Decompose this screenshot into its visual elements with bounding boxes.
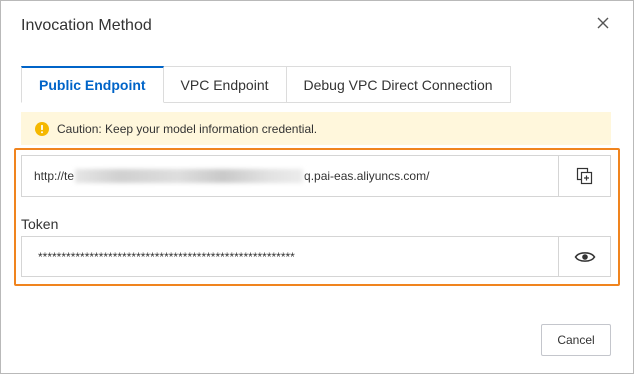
caution-banner: Caution: Keep your model information cre…: [21, 112, 611, 145]
caution-text: Caution: Keep your model information cre…: [57, 121, 318, 136]
warning-icon: [35, 121, 49, 136]
invocation-method-dialog: Invocation Method Public Endpoint VPC En…: [0, 0, 634, 374]
copy-url-button[interactable]: [558, 156, 610, 196]
cancel-button[interactable]: Cancel: [541, 324, 611, 356]
token-label: Token: [21, 216, 59, 232]
copy-icon: [576, 167, 592, 185]
endpoint-tabs: Public Endpoint VPC Endpoint Debug VPC D…: [21, 66, 511, 103]
endpoint-url-prefix: http://te: [34, 169, 75, 183]
close-button[interactable]: [591, 11, 615, 35]
endpoint-url-text[interactable]: http://te q.pai-eas.aliyuncs.com/: [22, 156, 558, 196]
dialog-title: Invocation Method: [21, 17, 152, 34]
token-masked-value[interactable]: ****************************************…: [22, 237, 558, 276]
redacted-url-segment: [75, 169, 304, 183]
endpoint-url-suffix: q.pai-eas.aliyuncs.com/: [304, 169, 430, 183]
close-icon: [597, 17, 609, 29]
eye-icon: [574, 251, 595, 262]
reveal-token-button[interactable]: [558, 237, 610, 276]
endpoint-url-field: http://te q.pai-eas.aliyuncs.com/: [21, 155, 611, 197]
tab-debug-vpc-direct-connection[interactable]: Debug VPC Direct Connection: [286, 66, 511, 103]
tab-vpc-endpoint[interactable]: VPC Endpoint: [163, 66, 287, 103]
tab-public-endpoint[interactable]: Public Endpoint: [21, 66, 164, 103]
token-field: ****************************************…: [21, 236, 611, 277]
